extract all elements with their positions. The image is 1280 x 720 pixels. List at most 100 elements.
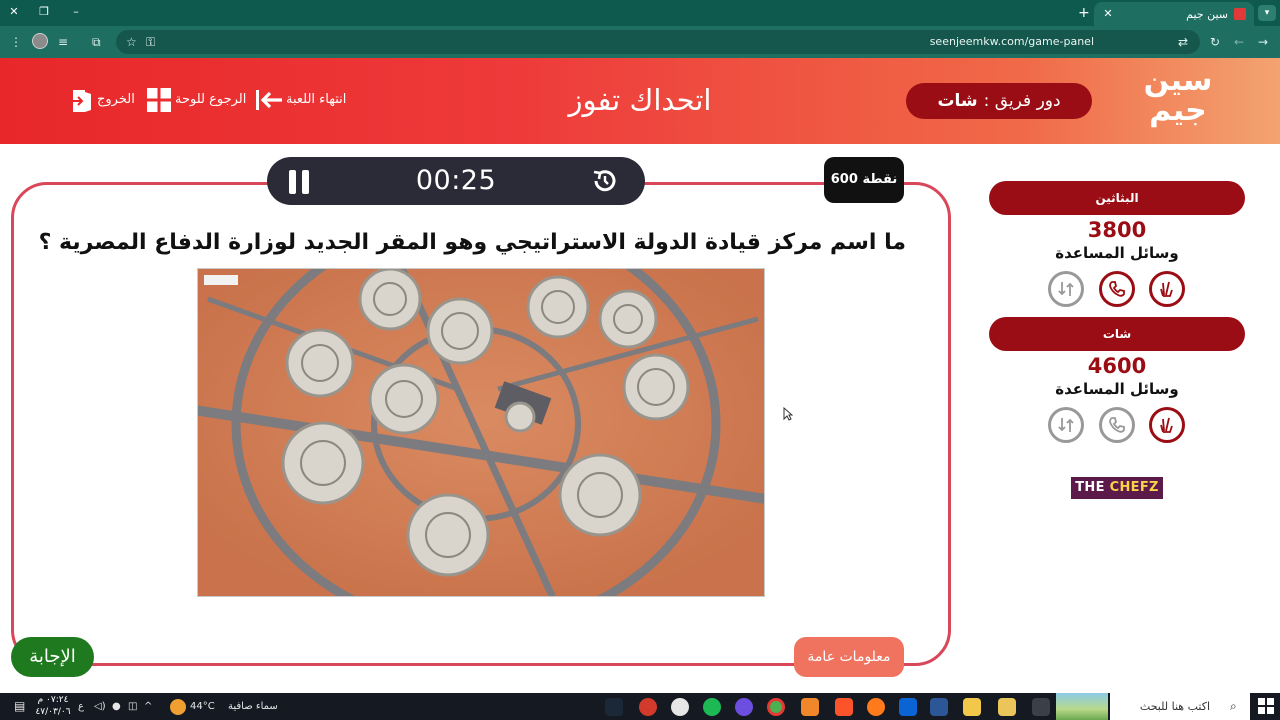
- turn-team-name: شات: [937, 91, 978, 111]
- search-icon: ⌕: [1230, 699, 1237, 713]
- bookmark-star-icon[interactable]: ☆: [126, 34, 137, 50]
- firefox-icon[interactable]: [867, 698, 885, 716]
- exit-label: الخروج: [97, 92, 135, 107]
- phone-icon: [1109, 281, 1125, 297]
- back-to-board-label: الرجوع للوحة: [175, 92, 247, 107]
- discord-icon[interactable]: [735, 698, 753, 716]
- grid-board-icon: [147, 88, 171, 112]
- brave-icon[interactable]: [835, 698, 853, 716]
- seen-jeem-logo: سين جيم: [1138, 66, 1218, 136]
- tab-title: سين جيم: [1186, 7, 1228, 21]
- weather-temperature: 44°C: [190, 701, 215, 712]
- team-2-name-pill: شات: [989, 317, 1245, 351]
- sponsor-part-2: CHEFZ: [1109, 480, 1159, 495]
- back-to-board-button[interactable]: الرجوع للوحة: [147, 88, 246, 112]
- tab-search-icon[interactable]: ▾: [1258, 5, 1276, 21]
- team-turn-indicator: دور فريق : شات: [906, 83, 1092, 119]
- speed-app-icon[interactable]: [639, 698, 657, 716]
- photos-icon[interactable]: [930, 698, 948, 716]
- reload-icon[interactable]: ↻: [1210, 34, 1220, 50]
- weather-description: سماء صافية: [228, 701, 278, 712]
- browser-tab-active[interactable]: سين جيم ✕: [1094, 2, 1254, 26]
- exit-button[interactable]: الخروج: [69, 88, 135, 112]
- end-game-button[interactable]: انتهاء اللعبة: [256, 88, 347, 112]
- aerial-photo-illustration: [198, 269, 764, 596]
- notifications-icon[interactable]: ▤: [14, 700, 25, 712]
- pause-icon[interactable]: [289, 170, 311, 194]
- team-2-score: 4600: [1087, 354, 1147, 378]
- question-points-badge: 600 نقطة: [824, 157, 904, 203]
- windows-start-icon[interactable]: [1258, 698, 1274, 714]
- swap-icon: [1058, 282, 1074, 296]
- show-answer-button[interactable]: الإجابة: [11, 637, 94, 677]
- task-view-icon[interactable]: [1032, 698, 1050, 716]
- turn-label: دور فريق :: [983, 91, 1061, 111]
- team-2-helps-label: وسائل المساعدة: [1055, 380, 1179, 398]
- the-chefz-sponsor-logo[interactable]: THE CHEFZ: [1071, 477, 1163, 499]
- steelseries-icon[interactable]: [671, 698, 689, 716]
- back-arrow-icon[interactable]: →: [1258, 34, 1268, 50]
- team-2-two-answers-help[interactable]: [1149, 407, 1185, 443]
- site-settings-icon[interactable]: ⇄: [1178, 34, 1188, 50]
- taskbar-search-input[interactable]: اكتب هنا للبحث: [1110, 693, 1250, 720]
- search-highlight-image[interactable]: [1056, 693, 1108, 720]
- two-answers-icon: [1160, 281, 1173, 297]
- copilot-icon[interactable]: [998, 698, 1016, 716]
- new-tab-button[interactable]: +: [1078, 5, 1090, 21]
- challenge-title: اتحداك تفوز: [568, 83, 712, 117]
- site-favicon-icon: [1234, 8, 1246, 20]
- windows-taskbar: اكتب هنا للبحث ⌕ سماء صافية 44°C ^ ◫ ● ◁…: [0, 693, 1280, 720]
- media-queue-icon[interactable]: ≡: [58, 34, 68, 50]
- file-explorer-icon[interactable]: [963, 698, 981, 716]
- team-1-helps-label: وسائل المساعدة: [1055, 244, 1179, 262]
- exit-door-icon: [69, 88, 93, 112]
- volume-icon[interactable]: ◁): [94, 701, 106, 713]
- microphone-icon[interactable]: ●: [112, 701, 121, 713]
- team-2-call-friend-help[interactable]: [1099, 407, 1135, 443]
- team-1-score: 3800: [1087, 218, 1147, 242]
- clock-time: ٠٧:٢٤ م: [37, 695, 69, 705]
- menu-kebab-icon[interactable]: ⋮: [10, 34, 22, 50]
- restart-timer-icon[interactable]: [591, 167, 619, 195]
- profile-avatar[interactable]: [32, 33, 48, 49]
- weather-sun-icon[interactable]: [170, 699, 186, 715]
- sponsor-part-1: THE: [1075, 480, 1105, 495]
- team-1-call-friend-help[interactable]: [1099, 271, 1135, 307]
- mouse-cursor-icon: [783, 407, 793, 421]
- team-2-swap-question-help[interactable]: [1048, 407, 1084, 443]
- outlook-icon[interactable]: [899, 698, 917, 716]
- swap-icon: [1058, 418, 1074, 432]
- team-1-swap-question-help[interactable]: [1048, 271, 1084, 307]
- question-timer: 00:25: [267, 157, 645, 205]
- tab-close-icon[interactable]: ✕: [1100, 6, 1116, 22]
- question-category-badge: معلومات عامة: [794, 637, 904, 677]
- two-answers-icon: [1160, 417, 1173, 433]
- taskbar-clock[interactable]: ٠٧:٢٤ م ٤٧/٠٣/٠٦: [34, 694, 72, 718]
- show-hidden-icons-chevron-icon[interactable]: ^: [144, 701, 152, 713]
- team-1-name-pill: البثاثين: [989, 181, 1245, 215]
- browser-address-bar: → ← ↻ ⇄ seenjeemkw.com/game-panel ☆ ⚿ ⧉ …: [0, 26, 1280, 58]
- meet-now-icon[interactable]: ◫: [128, 701, 137, 713]
- omnibox[interactable]: ⇄ seenjeemkw.com/game-panel ☆ ⚿: [116, 30, 1200, 54]
- end-game-label: انتهاء اللعبة: [286, 92, 347, 107]
- window-restore-button[interactable]: ❐: [36, 5, 52, 18]
- logo-line-1: سين: [1143, 63, 1213, 98]
- question-text: ما اسم مركز قيادة الدولة الاستراتيجي وهو…: [38, 230, 906, 255]
- browser-tab-bar: ▾ سين جيم ✕ + – ❐ ✕: [0, 0, 1280, 26]
- password-key-icon[interactable]: ⚿: [146, 34, 155, 50]
- chrome-icon[interactable]: [767, 698, 785, 716]
- url-text: seenjeemkw.com/game-panel: [929, 35, 1094, 48]
- steam-icon[interactable]: [605, 698, 623, 716]
- forward-arrow-icon[interactable]: ←: [1234, 34, 1244, 50]
- game-header: سين جيم دور فريق : شات اتحداك تفوز انتها…: [0, 58, 1280, 144]
- clock-date: ٤٧/٠٣/٠٦: [35, 707, 71, 717]
- logo-line-2: جيم: [1149, 93, 1207, 128]
- team-1-two-answers-help[interactable]: [1149, 271, 1185, 307]
- window-minimize-button[interactable]: –: [68, 5, 84, 18]
- spotify-icon[interactable]: [703, 698, 721, 716]
- input-language[interactable]: ع: [78, 701, 84, 713]
- window-close-button[interactable]: ✕: [6, 5, 22, 18]
- extensions-icon[interactable]: ⧉: [92, 34, 101, 50]
- question-image: [197, 268, 765, 597]
- app-a-icon[interactable]: [801, 698, 819, 716]
